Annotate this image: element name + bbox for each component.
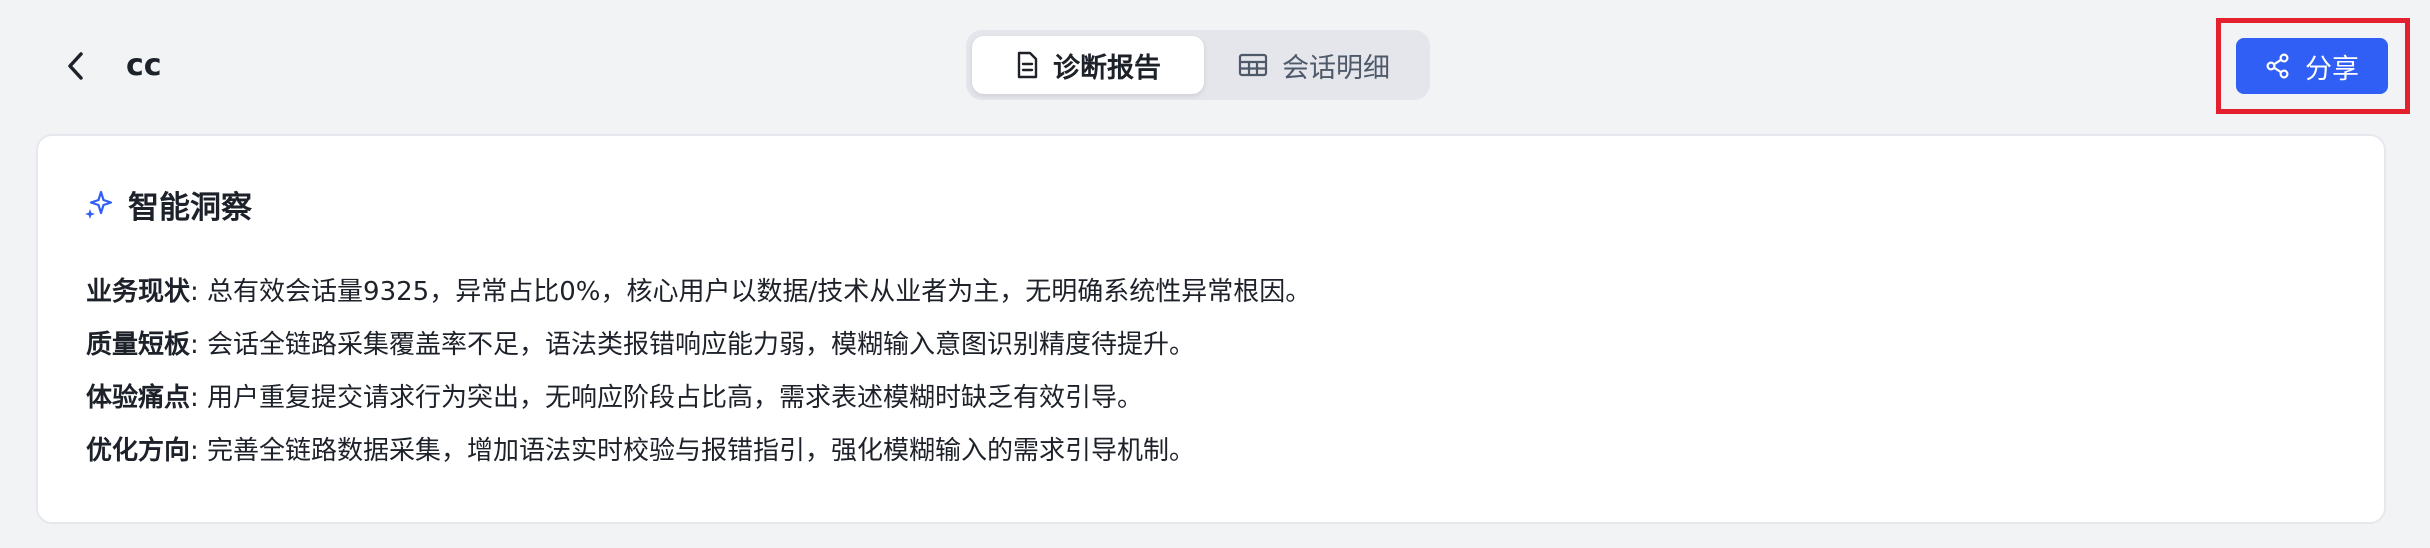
insight-card: 智能洞察 业务现状: 总有效会话量9325，异常占比0%，核心用户以数据/技术从… — [36, 134, 2386, 524]
page-title: cc — [126, 48, 162, 83]
insight-item: 体验痛点: 用户重复提交请求行为突出，无响应阶段占比高，需求表述模糊时缺乏有效引… — [86, 372, 2326, 425]
tab-session-details[interactable]: 会话明细 — [1204, 36, 1424, 94]
insight-list: 业务现状: 总有效会话量9325，异常占比0%，核心用户以数据/技术从业者为主，… — [86, 266, 2326, 478]
chevron-left-icon — [68, 52, 83, 80]
share-icon — [2266, 53, 2289, 79]
insight-item-text: : 完善全链路数据采集，增加语法实时校验与报错指引，强化模糊输入的需求引导机制。 — [190, 436, 1196, 466]
insight-item-text: : 会话全链路采集覆盖率不足，语法类报错响应能力弱，模糊输入意图识别精度待提升。 — [190, 330, 1196, 360]
tab-label: 诊断报告 — [1053, 52, 1161, 84]
sparkle-icon — [85, 190, 113, 219]
share-label: 分享 — [2305, 53, 2359, 85]
share-button[interactable]: 分享 — [2236, 38, 2388, 94]
insight-item-text: : 总有效会话量9325，异常占比0%，核心用户以数据/技术从业者为主，无明确系… — [190, 277, 1312, 307]
insight-item-key: 业务现状 — [86, 277, 191, 307]
insight-item: 质量短板: 会话全链路采集覆盖率不足，语法类报错响应能力弱，模糊输入意图识别精度… — [86, 319, 2326, 372]
insight-item-text: : 用户重复提交请求行为突出，无响应阶段占比高，需求表述模糊时缺乏有效引导。 — [190, 383, 1144, 413]
tab-diagnosis-report[interactable]: 诊断报告 — [972, 36, 1204, 94]
view-tabs: 诊断报告 会话明细 — [966, 30, 1430, 100]
top-bar: cc 诊断报告 会话明细 分享 — [0, 0, 2430, 130]
insight-title: 智能洞察 — [128, 189, 252, 226]
document-icon — [1017, 51, 1038, 79]
insight-item-key: 优化方向 — [86, 436, 191, 466]
insight-item-key: 质量短板 — [86, 330, 191, 360]
insight-item: 业务现状: 总有效会话量9325，异常占比0%，核心用户以数据/技术从业者为主，… — [86, 266, 2326, 319]
tab-label: 会话明细 — [1282, 52, 1390, 84]
insight-header: 智能洞察 — [84, 184, 252, 226]
table-icon — [1238, 53, 1268, 77]
insight-item-key: 体验痛点 — [86, 383, 191, 413]
insight-item: 优化方向: 完善全链路数据采集，增加语法实时校验与报错指引，强化模糊输入的需求引… — [86, 425, 2326, 478]
back-button[interactable] — [56, 46, 96, 86]
